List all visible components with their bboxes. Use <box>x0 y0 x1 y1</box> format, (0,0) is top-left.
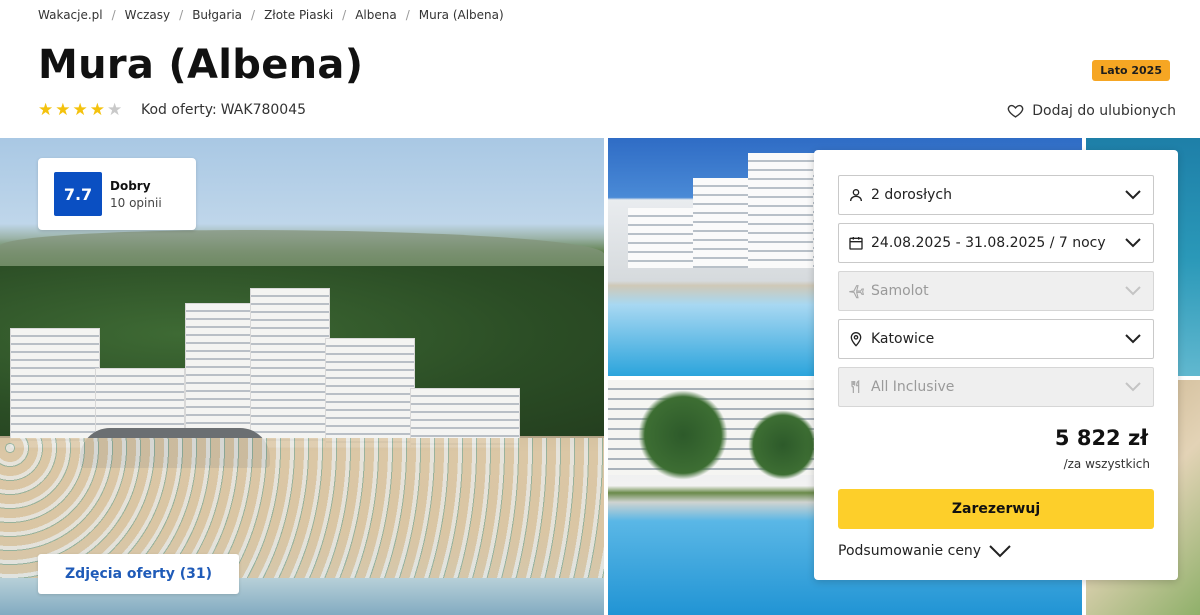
location-pin-icon <box>847 330 865 348</box>
offer-code-label: Kod oferty: <box>141 102 217 118</box>
star-filled-icon: ★ <box>89 100 105 120</box>
dates-value: 24.08.2025 - 31.08.2025 / 7 nocy <box>871 235 1106 251</box>
star-empty-icon: ★ <box>107 100 123 120</box>
photo-hotel-building <box>10 328 100 448</box>
star-filled-icon: ★ <box>55 100 71 120</box>
breadcrumb-separator: / <box>179 8 184 22</box>
breadcrumb-separator: / <box>111 8 116 22</box>
price-summary-label: Podsumowanie ceny <box>838 543 982 559</box>
chevron-down-icon <box>989 544 1011 557</box>
reserve-button[interactable]: Zarezerwuj <box>838 489 1154 529</box>
offer-code-value: WAK780045 <box>220 102 307 118</box>
departure-city-select[interactable]: Katowice <box>838 319 1154 359</box>
heart-icon <box>1007 104 1024 118</box>
chevron-down-icon <box>1125 286 1141 296</box>
photo-hotel-building <box>748 153 818 268</box>
calendar-icon <box>847 234 865 252</box>
total-price: 5 822 zł <box>1054 426 1148 450</box>
breadcrumb-separator: / <box>405 8 410 22</box>
rating-label: Dobry <box>110 178 151 193</box>
chevron-down-icon <box>1125 382 1141 392</box>
price-note: /za wszystkich <box>1063 457 1150 471</box>
departure-city-value: Katowice <box>871 331 935 347</box>
transport-value: Samolot <box>871 283 929 299</box>
photo-tree <box>748 410 818 480</box>
chevron-down-icon <box>1125 190 1141 200</box>
page-title: Mura (Albena) <box>38 42 364 88</box>
cutlery-icon <box>847 378 865 396</box>
breadcrumb-item-wakacje[interactable]: Wakacje.pl <box>38 8 103 22</box>
photo-hotel-building <box>325 338 415 448</box>
photo-hotel-building <box>185 303 255 448</box>
star-filled-icon: ★ <box>38 100 54 120</box>
dates-select[interactable]: 24.08.2025 - 31.08.2025 / 7 nocy <box>838 223 1154 263</box>
rating-score: 7.7 <box>54 172 102 216</box>
travelers-select[interactable]: 2 dorosłych <box>838 175 1154 215</box>
breadcrumb-item-zlote-piaski[interactable]: Złote Piaski <box>264 8 333 22</box>
photo-tree <box>638 390 728 480</box>
board-type-select: All Inclusive <box>838 367 1154 407</box>
breadcrumb-item-bulgaria[interactable]: Bułgaria <box>192 8 242 22</box>
rating-card[interactable]: 7.7 Dobry 10 opinii <box>38 158 196 230</box>
rating-count: 10 opinii <box>110 195 162 210</box>
photo-hotel-building <box>693 178 753 268</box>
breadcrumb-separator: / <box>251 8 256 22</box>
plane-icon <box>847 282 865 300</box>
add-to-favorites-label: Dodaj do ulubionych <box>1032 102 1176 119</box>
chevron-down-icon <box>1125 238 1141 248</box>
transport-select: Samolot <box>838 271 1154 311</box>
breadcrumb-item-wczasy[interactable]: Wczasy <box>125 8 170 22</box>
offer-code: Kod oferty: WAK780045 <box>141 102 306 118</box>
breadcrumb-separator: / <box>342 8 347 22</box>
season-badge: Lato 2025 <box>1092 60 1170 81</box>
person-icon <box>847 186 865 204</box>
photo-hills <box>0 230 604 270</box>
photo-hotel-building <box>628 208 698 268</box>
booking-panel: 2 dorosłych 24.08.2025 - 31.08.2025 / 7 … <box>814 150 1178 580</box>
offer-photos-button[interactable]: Zdjęcia oferty (31) <box>38 554 239 594</box>
travelers-value: 2 dorosłych <box>871 187 952 203</box>
breadcrumb: Wakacje.pl / Wczasy / Bułgaria / Złote P… <box>38 8 504 22</box>
board-type-value: All Inclusive <box>871 379 955 395</box>
photo-hotel-building <box>250 288 330 448</box>
star-filled-icon: ★ <box>72 100 88 120</box>
chevron-down-icon <box>1125 334 1141 344</box>
add-to-favorites-button[interactable]: Dodaj do ulubionych <box>1007 102 1176 119</box>
star-rating: ★ ★ ★ ★ ★ <box>38 100 122 120</box>
breadcrumb-item-albena[interactable]: Albena <box>355 8 397 22</box>
price-summary-toggle[interactable]: Podsumowanie ceny <box>838 543 1011 559</box>
breadcrumb-item-hotel[interactable]: Mura (Albena) <box>419 8 504 22</box>
